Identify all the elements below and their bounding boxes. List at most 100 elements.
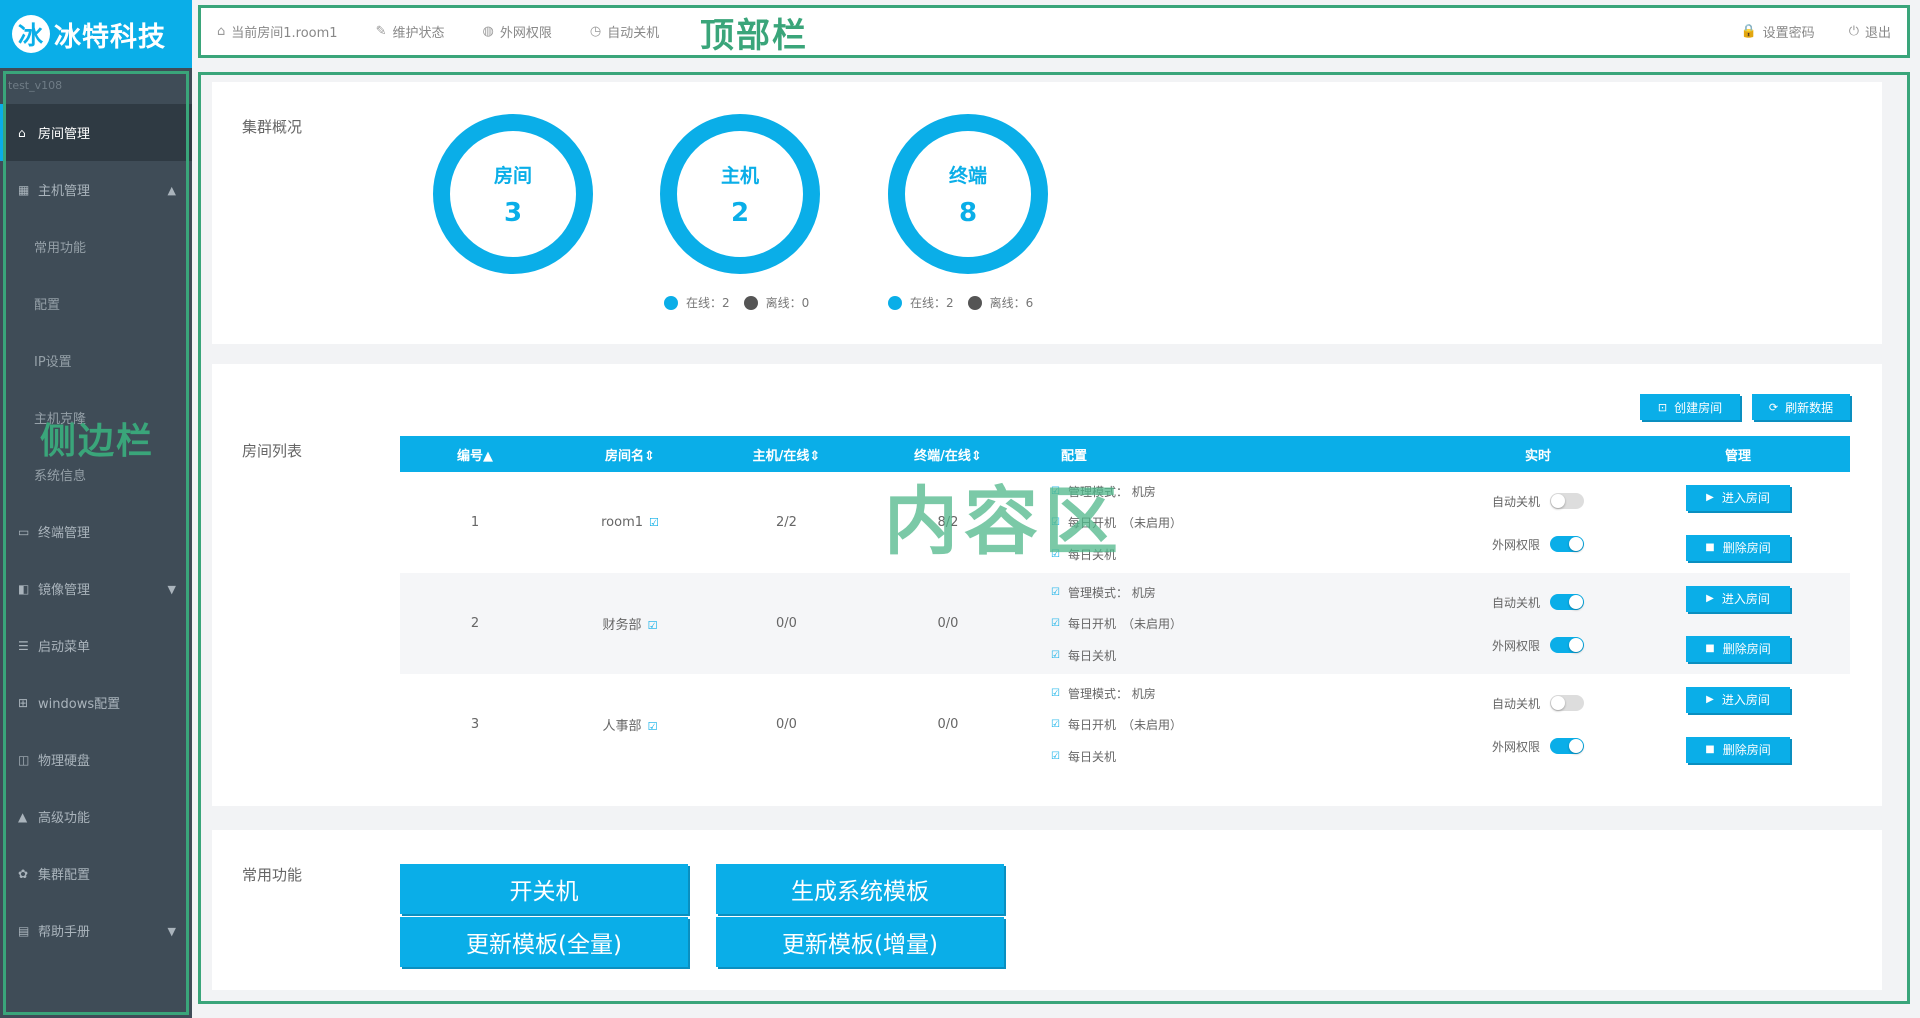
auto-shutdown-label: 自动关机 <box>1491 494 1540 509</box>
config-mode[interactable]: ☑ 管理模式： 机房 <box>1051 685 1448 702</box>
trash-icon: ■ <box>1705 744 1715 755</box>
enter-room-label: 进入房间 <box>1721 491 1770 505</box>
column-room-name[interactable]: 房间名⇕ <box>550 445 710 464</box>
hosts-ring-value: 2 <box>730 197 750 228</box>
config-boot[interactable]: ☑ 每日开机 （未启用） <box>1051 716 1448 733</box>
edit-icon: ☑ <box>1051 750 1060 762</box>
sidebar-item-physical-disk[interactable]: ◫ 物理硬盘 <box>0 731 192 788</box>
enter-room-button[interactable]: ▶ 进入房间 <box>1686 585 1790 612</box>
sidebar-item-config[interactable]: 配置 <box>0 275 192 332</box>
config-mode-text: 管理模式： 机房 <box>1067 686 1156 701</box>
delete-room-button[interactable]: ■ 删除房间 <box>1686 534 1790 561</box>
edit-icon[interactable]: ☑ <box>649 516 659 529</box>
sidebar-item-cluster-config[interactable]: ✿ 集群配置 <box>0 845 192 902</box>
config-mode-text: 管理模式： 机房 <box>1067 585 1156 600</box>
internet-permission-link[interactable]: ◍ 外网权限 <box>483 22 552 41</box>
config-shutdown[interactable]: ☑ 每日关机 <box>1051 647 1448 664</box>
power-icon: ⏻ <box>1848 24 1859 39</box>
sidebar-item-label: 帮助手册 <box>38 925 91 940</box>
sidebar-item-ip-settings[interactable]: IP设置 <box>0 332 192 389</box>
enter-room-button[interactable]: ▶ 进入房间 <box>1686 484 1790 511</box>
sidebar-item-image-management[interactable]: ◧ 镜像管理 ▼ <box>0 560 192 617</box>
config-mode[interactable]: ☑ 管理模式： 机房 <box>1051 584 1448 601</box>
terminal-status-legend: 在线：2 离线：6 <box>888 294 1047 311</box>
config-boot-text: 每日开机 （未启用） <box>1067 718 1182 732</box>
terminal-offline: 离线：6 <box>989 296 1034 310</box>
sidebar-item-common-functions[interactable]: 常用功能 <box>0 218 192 275</box>
sidebar-item-room-management[interactable]: ⌂ 房间管理 <box>0 104 192 161</box>
sidebar-item-advanced[interactable]: ▲ 高级功能 <box>0 788 192 845</box>
enter-room-label: 进入房间 <box>1721 693 1770 707</box>
sidebar-item-label: 物理硬盘 <box>38 754 91 769</box>
auto-shutdown-toggle[interactable] <box>1550 695 1584 711</box>
database-icon: ◧ <box>18 581 30 596</box>
rooms-ring: 房间 3 <box>433 114 593 274</box>
room-manage: ▶ 进入房间 ■ 删除房间 <box>1628 585 1848 662</box>
column-hosts[interactable]: 主机/在线⇕ <box>710 445 863 464</box>
room-name: 财务部 <box>602 618 642 633</box>
host-status-legend: 在线：2 离线：0 <box>664 294 823 311</box>
room-hosts: 2/2 <box>776 515 797 530</box>
top-bar: ⌂ 当前房间1.room1 ✎ 维护状态 ◍ 外网权限 ◷ 自动关机 🔒 设置密码 ⏻ 退出 <box>198 5 1910 58</box>
room-manage: ▶ 进入房间 ■ 删除房间 <box>1628 686 1848 763</box>
enter-room-button[interactable]: ▶ 进入房间 <box>1686 686 1790 713</box>
set-password-link[interactable]: 🔒 设置密码 <box>1740 22 1814 41</box>
sidebar-item-boot-menu[interactable]: ☰ 启动菜单 <box>0 617 192 674</box>
edit-icon[interactable]: ☑ <box>648 720 658 733</box>
config-shutdown-text: 每日关机 <box>1067 749 1116 764</box>
internet-label: 外网权限 <box>1491 537 1540 552</box>
functions-label: 常用功能 <box>242 866 303 884</box>
current-room-link[interactable]: ⌂ 当前房间1.room1 <box>217 22 338 41</box>
auto-shutdown-toggle[interactable] <box>1550 493 1584 509</box>
auto-shutdown-toggle[interactable] <box>1550 594 1584 610</box>
auto-shutdown-label: 自动关机 <box>1491 595 1540 610</box>
update-template-incremental-button[interactable]: 更新模板(增量) <box>716 917 1004 967</box>
sidebar: test_v108 ⌂ 房间管理 ▦ 主机管理 ▲ 常用功能 配置 IP设置 主机克隆… <box>0 68 192 1018</box>
update-template-full-button[interactable]: 更新模板(全量) <box>400 917 688 967</box>
logout-label: 退出 <box>1864 26 1891 41</box>
column-terminals[interactable]: 终端/在线⇕ <box>863 445 1033 464</box>
terminals-ring-label: 终端 <box>948 164 987 187</box>
create-room-button[interactable]: ⊡ 创建房间 <box>1640 394 1740 420</box>
chevron-down-icon: ▼ <box>167 925 176 938</box>
column-id[interactable]: 编号▲ <box>400 445 550 464</box>
sidebar-item-host-management[interactable]: ▦ 主机管理 ▲ <box>0 161 192 218</box>
logout-link[interactable]: ⏻ 退出 <box>1849 22 1891 41</box>
disk-icon: ◫ <box>18 752 30 767</box>
config-boot[interactable]: ☑ 每日开机 （未启用） <box>1051 615 1448 632</box>
rooms-ring-value: 3 <box>503 197 523 228</box>
delete-room-button[interactable]: ■ 删除房间 <box>1686 635 1790 662</box>
warning-icon: ▲ <box>18 809 28 824</box>
internet-toggle[interactable] <box>1550 738 1584 754</box>
auto-shutdown-link[interactable]: ◷ 自动关机 <box>590 22 659 41</box>
edit-icon[interactable]: ☑ <box>648 619 658 632</box>
room-terminals: 0/0 <box>937 717 959 732</box>
delete-room-button[interactable]: ■ 删除房间 <box>1686 736 1790 763</box>
config-shutdown[interactable]: ☑ 每日关机 <box>1051 748 1448 765</box>
internet-toggle[interactable] <box>1550 536 1584 552</box>
delete-room-label: 删除房间 <box>1722 743 1771 757</box>
room-id: 2 <box>470 616 480 631</box>
sidebar-item-windows-config[interactable]: ⊞ windows配置 <box>0 674 192 731</box>
create-room-label: 创建房间 <box>1674 400 1723 415</box>
sidebar-item-terminal-management[interactable]: ▭ 终端管理 <box>0 503 192 560</box>
refresh-icon: ⟳ <box>1768 400 1779 414</box>
topbar-annotation: 顶部栏 <box>700 16 808 56</box>
sidebar-item-help[interactable]: ▤ 帮助手册 ▼ <box>0 902 192 959</box>
column-config: 配置 <box>1061 448 1088 464</box>
room-realtime: 自动关机 外网权限 <box>1448 594 1628 654</box>
generate-template-button[interactable]: 生成系统模板 <box>716 864 1004 914</box>
power-on-off-button[interactable]: 开关机 <box>400 864 688 914</box>
table-header: 编号▲ 房间名⇕ 主机/在线⇕ 终端/在线⇕ 配置 实时 管理 <box>400 436 1850 472</box>
room-name: 人事部 <box>602 719 642 734</box>
lock-icon: 🔒 <box>1740 24 1757 39</box>
current-room-label: 当前房间1.room1 <box>231 26 338 41</box>
internet-toggle[interactable] <box>1550 637 1584 653</box>
home-icon: ⌂ <box>217 24 226 39</box>
internet-label: 外网权限 <box>1491 739 1540 754</box>
add-icon: ⊡ <box>1657 400 1668 414</box>
refresh-data-button[interactable]: ⟳ 刷新数据 <box>1752 394 1850 420</box>
terminals-ring-value: 8 <box>958 197 978 228</box>
maintenance-status-link[interactable]: ✎ 维护状态 <box>376 22 445 41</box>
room-list-panel: 房间列表 ⊡ 创建房间 ⟳ 刷新数据 编号▲ 房间名⇕ 主机/在线⇕ 终端/在线⇕ … <box>212 364 1882 806</box>
